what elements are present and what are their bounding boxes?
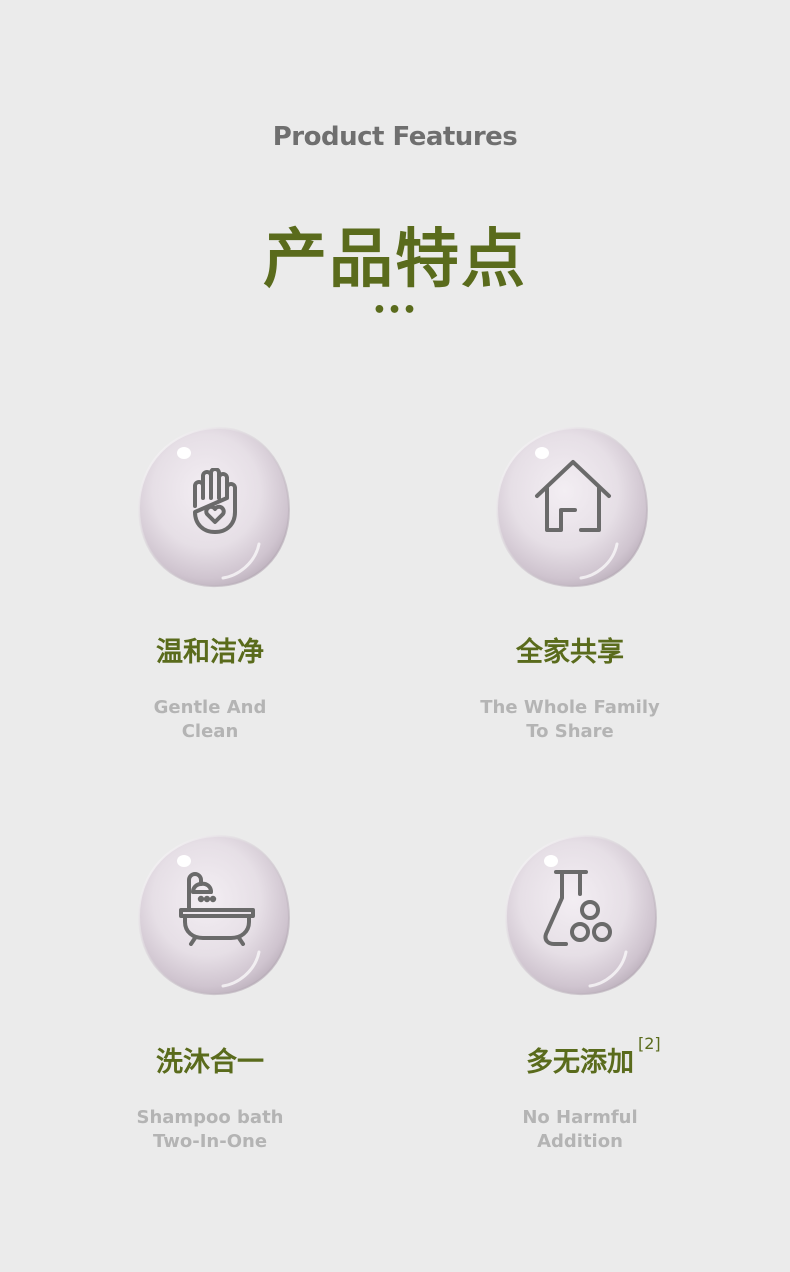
feature-title: 全家共享: [516, 637, 624, 668]
feature-no-harmful: 多无添加 [2] No Harmful Addition: [430, 830, 730, 1170]
water-drop: [495, 424, 649, 588]
feature-whole-family: 全家共享 The Whole Family To Share: [420, 420, 720, 760]
page-title: 产品特点: [263, 223, 527, 297]
title-dots: •••: [372, 298, 418, 323]
water-drop: [504, 832, 658, 996]
feature-caption: No Harmful Addition: [522, 1107, 638, 1152]
subtitle-en: Product Features: [272, 122, 518, 152]
water-drop: [137, 832, 291, 996]
feature-caption: Shampoo bath Two-In-One: [136, 1107, 284, 1152]
feature-title: 洗沐合一: [156, 1047, 264, 1078]
feature-gentle-clean: 温和洁净 Gentle And Clean: [60, 420, 360, 760]
water-drop: [137, 424, 291, 588]
feature-shampoo-bath: 洗沐合一 Shampoo bath Two-In-One: [60, 830, 360, 1170]
feature-caption: The Whole Family To Share: [480, 697, 660, 742]
feature-title: 温和洁净: [156, 637, 264, 668]
feature-title: 多无添加: [526, 1047, 634, 1078]
footnote-marker: [2]: [638, 1034, 661, 1053]
feature-caption: Gentle And Clean: [153, 697, 267, 742]
